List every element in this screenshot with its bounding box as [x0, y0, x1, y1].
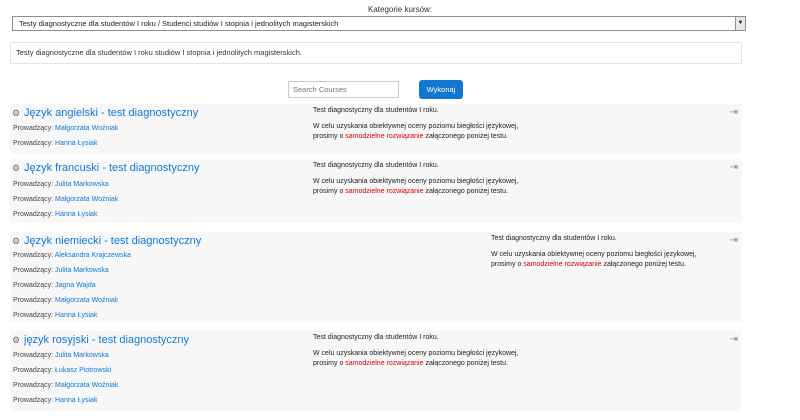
teacher-row: Prowadzący: Hanna Łysiak [13, 140, 97, 147]
chevron-down-icon[interactable]: ▼ [735, 17, 745, 30]
teacher-label: Prowadzący: [13, 252, 55, 259]
summary-line-3c: załączonego poniżej testu. [423, 360, 508, 367]
teacher-link[interactable]: Aleksandra Krajczewska [55, 252, 131, 259]
teacher-row: Prowadzący: Julita Markowska [13, 267, 109, 274]
course-item: ⚙ Język francuski - test diagnostyczny Pro… [10, 159, 742, 223]
course-summary: Test diagnostyczny dla studentów I roku.… [313, 161, 518, 197]
course-icon: ⚙ [12, 108, 21, 118]
summary-highlight: samodzielne rozwiązanie [345, 133, 424, 140]
summary-highlight: samodzielne rozwiązanie [345, 360, 424, 367]
teacher-label: Prowadzący: [13, 140, 56, 147]
category-selected-value: Testy diagnostyczne dla studentów I roku… [19, 19, 339, 28]
course-title-link[interactable]: ⚙ Język niemiecki - test diagnostyczny [12, 235, 201, 247]
course-summary: Test diagnostyczny dla studentów I roku.… [313, 106, 518, 142]
teacher-link[interactable]: Jagna Wajda [55, 282, 96, 289]
teacher-row: Prowadzący: Jagna Wajda [13, 282, 96, 289]
teacher-link[interactable]: Małgorzata Woźniak [55, 297, 118, 304]
teacher-row: Prowadzący: Małgorzata Woźniak [13, 125, 118, 132]
teacher-link[interactable]: Hanna Łysiak [55, 140, 97, 147]
course-title-text: Język niemiecki - test diagnostyczny [24, 235, 202, 247]
course-title-link[interactable]: ⚙ Język francuski - test diagnostyczny [12, 162, 199, 174]
teacher-label: Prowadzący: [13, 352, 56, 359]
course-title-link[interactable]: ⚙ Język angielski - test diagnostyczny [12, 107, 198, 119]
summary-line-3a: prosimy o [313, 188, 346, 195]
teacher-link[interactable]: Hanna Łysiak [55, 397, 97, 404]
teacher-row: Prowadzący: Łukasz Piotrowski [13, 367, 111, 374]
teacher-label: Prowadzący: [13, 312, 56, 319]
summary-line-1: Test diagnostyczny dla studentów I roku. [313, 107, 439, 114]
course-icon: ⚙ [12, 335, 21, 345]
summary-line-3a: prosimy o [313, 133, 346, 140]
teacher-row: Prowadzący: Julita Markowska [13, 181, 109, 188]
summary-line-3c: załączonego poniżej testu. [423, 133, 508, 140]
course-item: ⚙ język rosyjski - test diagnostyczny Prow… [10, 331, 742, 411]
summary-line-2: W celu uzyskania obiektywnej oceny pozio… [313, 350, 519, 357]
summary-line-3a: prosimy o [491, 261, 524, 268]
teacher-label: Prowadzący: [13, 367, 56, 374]
course-title-text: Język francuski - test diagnostyczny [24, 162, 200, 174]
enrol-icon[interactable]: ⇥ [730, 334, 738, 345]
teacher-label: Prowadzący: [13, 211, 56, 218]
summary-line-2: W celu uzyskania obiektywnej oceny pozio… [491, 251, 697, 258]
teacher-link[interactable]: Hanna Łysiak [55, 312, 97, 319]
category-label: Kategorie kursów: [367, 5, 433, 14]
summary-line-1: Test diagnostyczny dla studentów I roku. [313, 162, 439, 169]
course-item: ⚙ Język niemiecki - test diagnostyczny Pro… [10, 232, 742, 322]
summary-line-1: Test diagnostyczny dla studentów I roku. [313, 334, 439, 341]
teacher-link[interactable]: Małgorzata Woźniak [55, 196, 118, 203]
summary-line-3a: prosimy o [313, 360, 346, 367]
teacher-label: Prowadzący: [13, 181, 56, 188]
summary-line-3c: załączonego poniżej testu. [601, 261, 686, 268]
teacher-row: Prowadzący: Julita Markowska [13, 352, 109, 359]
teacher-label: Prowadzący: [13, 125, 56, 132]
teacher-link[interactable]: Małgorzata Woźniak [55, 125, 118, 132]
teacher-link[interactable]: Julita Markowska [55, 181, 109, 188]
teacher-row: Prowadzący: Hanna Łysiak [13, 397, 97, 404]
teacher-row: Prowadzący: Hanna Łysiak [13, 312, 97, 319]
summary-line-1: Test diagnostyczny dla studentów I roku. [491, 235, 617, 242]
teacher-link[interactable]: Hanna Łysiak [55, 211, 97, 218]
teacher-link[interactable]: Julita Markowska [55, 352, 109, 359]
course-title-link[interactable]: ⚙ język rosyjski - test diagnostyczny [12, 334, 189, 346]
summary-highlight: samodzielne rozwiązanie [523, 261, 602, 268]
teacher-label: Prowadzący: [13, 282, 56, 289]
teacher-label: Prowadzący: [13, 382, 56, 389]
teacher-link[interactable]: Julita Markowska [55, 267, 109, 274]
search-input[interactable] [288, 81, 399, 98]
enrol-icon[interactable]: ⇥ [730, 235, 738, 246]
teacher-label: Prowadzący: [13, 397, 56, 404]
course-icon: ⚙ [12, 163, 21, 173]
course-title-text: Język angielski - test diagnostyczny [24, 107, 199, 119]
teacher-link[interactable]: Łukasz Piotrowski [55, 367, 111, 374]
summary-line-2: W celu uzyskania obiektywnej oceny pozio… [313, 178, 519, 185]
teacher-link[interactable]: Małgorzata Woźniak [55, 382, 118, 389]
category-description: Testy diagnostyczne dla studentów I roku… [10, 42, 742, 64]
course-summary: Test diagnostyczny dla studentów I roku.… [313, 333, 518, 369]
teacher-row: Prowadzący: Małgorzata Woźniak [13, 196, 118, 203]
teacher-label: Prowadzący: [13, 267, 56, 274]
teacher-label: Prowadzący: [13, 196, 56, 203]
teacher-row: Prowadzący: Aleksandra Krajczewska [13, 252, 131, 259]
summary-line-3c: załączonego poniżej testu. [423, 188, 508, 195]
teacher-row: Prowadzący: Małgorzata Woźniak [13, 297, 118, 304]
course-summary: Test diagnostyczny dla studentów I roku.… [491, 234, 696, 270]
enrol-icon[interactable]: ⇥ [730, 107, 738, 118]
course-title-text: język rosyjski - test diagnostyczny [24, 334, 190, 346]
course-icon: ⚙ [12, 236, 21, 246]
teacher-row: Prowadzący: Małgorzata Woźniak [13, 382, 118, 389]
category-select[interactable]: Testy diagnostyczne dla studentów I roku… [12, 16, 746, 31]
enrol-icon[interactable]: ⇥ [730, 162, 738, 173]
summary-highlight: samodzielne rozwiązanie [345, 188, 424, 195]
search-button[interactable]: Wykonaj [419, 80, 463, 99]
teacher-label: Prowadzący: [13, 297, 56, 304]
course-item: ⚙ Język angielski - test diagnostyczny Pro… [10, 104, 742, 154]
teacher-row: Prowadzący: Hanna Łysiak [13, 211, 97, 218]
summary-line-2: W celu uzyskania obiektywnej oceny pozio… [313, 123, 519, 130]
